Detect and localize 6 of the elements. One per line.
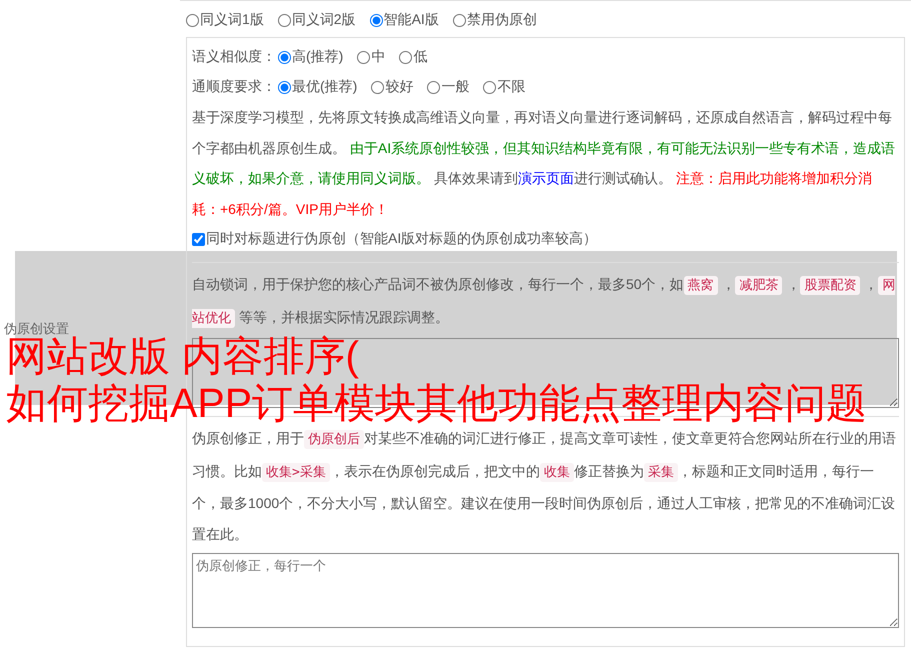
title-overlay: 如何挖掘APP订单模块其他功能点整理内容问题 [6,380,868,426]
option-label: 通顺度要求： [192,78,276,96]
option-label: 语义相似度： [192,48,276,66]
ai-description: 基于深度学习模型，先将原文转换成高维语义向量，再对语义向量进行逐词解码，还原成自然语言，解码过程中每个字都由机器原创生成。 由于AI系统原创性较强，但其知识结构毕竟有限，有可能无法识别一些专有术语，造成语义破坏，如果介意，请使用同义词版。 具体效果请到演示页面进行测试确认。 注意：启用此功能将增加积分消耗：+6积分/篇。VIP用户半价！ [192,108,896,218]
corrections-description: 伪原创修正，用于 伪原创后 对某些不准确的词汇进行修正，提高文章可读性，使文章更符合您网站所在行业的用语习惯。比如 收集>采集 ，表示在伪原创完成后，把文中的 收集 修正替换为 采集 ，标题和正文同时适用，每行一个，最多1000个，不分大小写，默认留空。建议在使用一段时间伪原创后，通过人工审核，把常见的不准确词汇设置在此。 [192,429,897,544]
section-label: 伪原创设置 [4,320,69,336]
